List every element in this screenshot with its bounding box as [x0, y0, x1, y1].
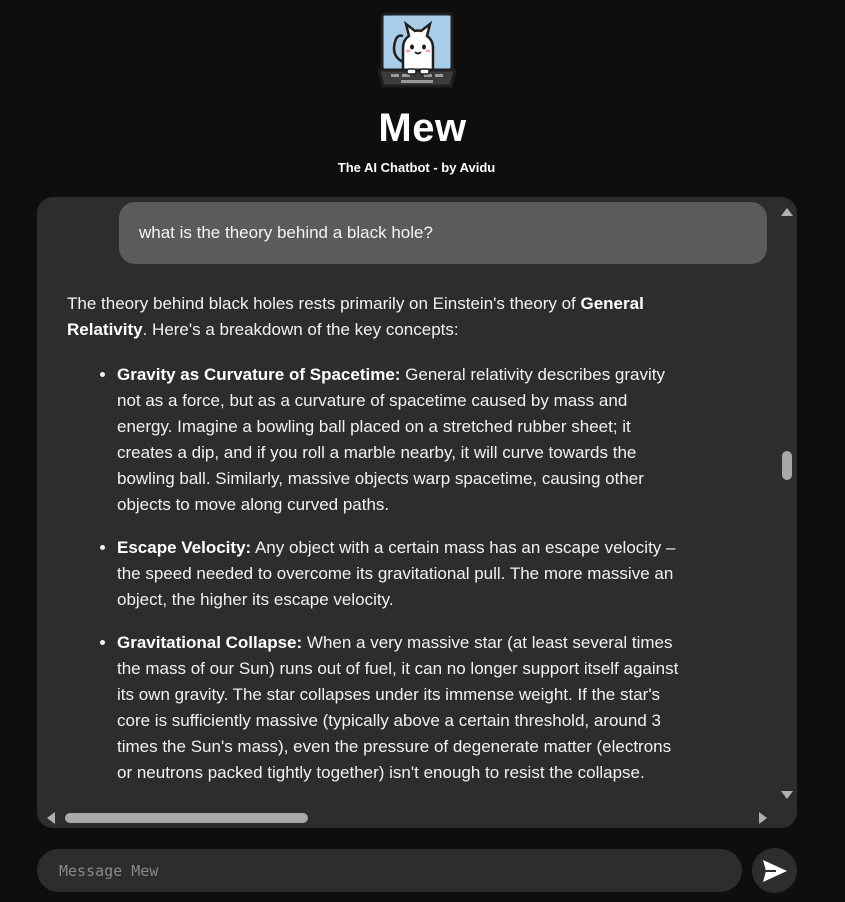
scroll-left-arrow-icon[interactable] — [47, 812, 55, 824]
list-item: Gravitational Collapse: When a very mass… — [117, 630, 687, 786]
bot-intro-paragraph: The theory behind black holes rests prim… — [67, 291, 687, 343]
send-button[interactable] — [752, 848, 797, 893]
point-title: Escape Velocity: — [117, 538, 252, 557]
point-title: Gravitational Collapse: — [117, 633, 303, 652]
point-title: Gravity as Curvature of Spacetime: — [117, 365, 401, 384]
scroll-right-arrow-icon[interactable] — [759, 812, 767, 824]
bot-message: The theory behind black holes rests prim… — [67, 291, 687, 803]
app-title: Mew — [378, 106, 467, 150]
user-message-bubble: what is the theory behind a black hole? — [119, 202, 767, 264]
message-input[interactable] — [37, 849, 742, 892]
vertical-scrollbar-thumb[interactable] — [782, 451, 792, 480]
list-item: Gravity as Curvature of Spacetime: Gener… — [117, 362, 687, 518]
scroll-down-arrow-icon[interactable] — [781, 791, 793, 799]
scroll-up-arrow-icon[interactable] — [781, 208, 793, 216]
point-text: General relativity describes gravity not… — [117, 365, 665, 514]
chat-panel[interactable]: what is the theory behind a black hole? … — [37, 197, 797, 828]
cat-on-laptop-icon — [377, 12, 457, 88]
horizontal-scrollbar-thumb[interactable] — [65, 813, 308, 823]
list-item: Escape Velocity: Any object with a certa… — [117, 535, 687, 613]
point-text: When a very massive star (at least sever… — [117, 633, 679, 782]
bot-intro-text: The theory behind black holes rests prim… — [67, 294, 581, 313]
chat-scroll-area[interactable]: what is the theory behind a black hole? … — [37, 197, 777, 812]
user-message-text: what is the theory behind a black hole? — [139, 223, 433, 242]
bot-intro-text-end: . Here's a breakdown of the key concepts… — [142, 320, 459, 339]
app-subtitle: The AI Chatbot - by Avidu — [337, 160, 496, 175]
bot-points-list: Gravity as Curvature of Spacetime: Gener… — [67, 362, 687, 786]
send-icon — [762, 859, 787, 882]
